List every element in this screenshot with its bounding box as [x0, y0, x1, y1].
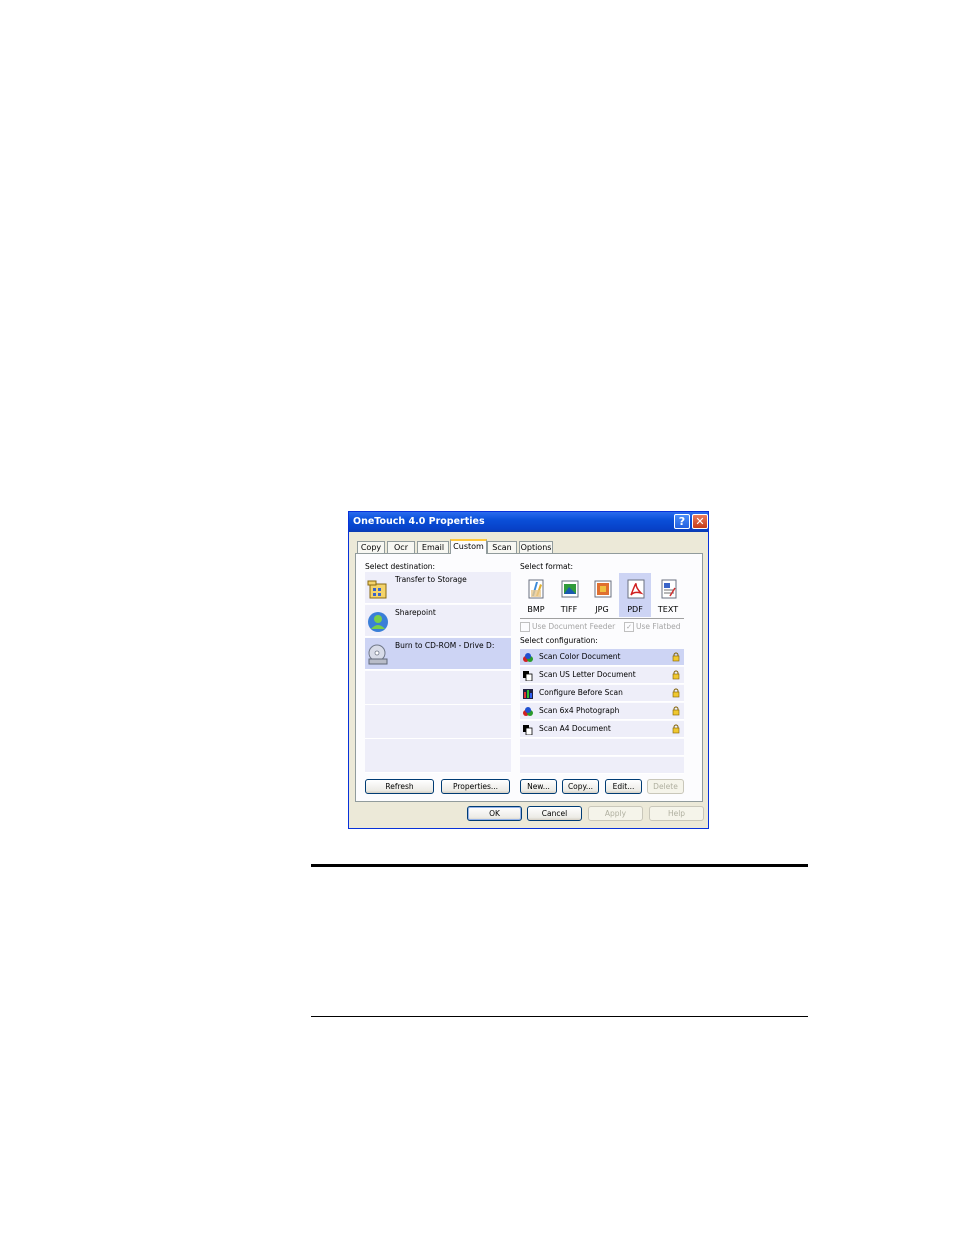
destination-label: Sharepoint [395, 608, 436, 617]
properties-dialog: OneTouch 4.0 Properties ? ✕ Copy Ocr Ema… [348, 511, 709, 829]
select-destination-label: Select destination: [365, 562, 436, 571]
configuration-label: Scan US Letter Document [539, 670, 636, 679]
new-button[interactable]: New... [520, 779, 557, 794]
tiff-icon [561, 580, 579, 598]
copy-button[interactable]: Copy... [562, 779, 599, 794]
configuration-item[interactable]: Scan US Letter Document [520, 667, 684, 684]
delete-button[interactable]: Delete [647, 779, 684, 794]
format-label: PDF [627, 605, 643, 614]
format-divider [520, 618, 684, 619]
tab-custom[interactable]: Custom [450, 539, 487, 554]
title-bar[interactable]: OneTouch 4.0 Properties ? ✕ [349, 512, 708, 532]
color-document-icon [523, 707, 533, 716]
configuration-label: Scan 6x4 Photograph [539, 706, 620, 715]
format-label: BMP [527, 605, 545, 614]
configuration-item[interactable]: Configure Before Scan [520, 685, 684, 702]
lock-icon [672, 652, 680, 662]
format-text[interactable]: TEXT [652, 573, 684, 617]
color-document-icon [523, 653, 533, 662]
destination-label: Burn to CD-ROM - Drive D: [395, 641, 495, 650]
destination-label: Transfer to Storage [395, 575, 467, 584]
lock-icon [672, 670, 680, 680]
jpg-icon [594, 580, 612, 598]
bmp-icon [528, 579, 544, 599]
destination-item[interactable] [365, 671, 511, 705]
configuration-item[interactable]: Scan 6x4 Photograph [520, 703, 684, 720]
configuration-item[interactable]: Scan A4 Document [520, 721, 684, 738]
tab-scan[interactable]: Scan [487, 541, 517, 553]
configuration-label: Scan A4 Document [539, 724, 611, 733]
edit-button[interactable]: Edit... [605, 779, 642, 794]
storage-icon [367, 580, 387, 599]
format-pdf[interactable]: PDF [619, 573, 651, 617]
refresh-button[interactable]: Refresh [365, 779, 434, 794]
configuration-item[interactable]: Scan Color Document [520, 649, 684, 666]
help-icon[interactable]: ? [674, 514, 690, 529]
sharepoint-icon [368, 612, 388, 632]
cancel-button[interactable]: Cancel [527, 806, 582, 821]
destination-item[interactable] [365, 739, 511, 773]
close-icon[interactable]: ✕ [692, 514, 708, 529]
configure-icon [523, 689, 533, 699]
select-configuration-label: Select configuration: [520, 636, 598, 645]
use-flatbed-label: Use Flatbed [636, 622, 681, 631]
format-jpg[interactable]: JPG [586, 573, 618, 617]
format-label: TEXT [657, 605, 679, 614]
configuration-label: Configure Before Scan [539, 688, 623, 697]
text-icon [661, 579, 677, 599]
dialog-title: OneTouch 4.0 Properties [353, 516, 485, 527]
configuration-label: Scan Color Document [539, 652, 621, 661]
use-document-feeder-label: Use Document Feeder [532, 622, 616, 631]
configuration-item[interactable] [520, 757, 684, 774]
help-button[interactable]: Help [649, 806, 704, 821]
destination-item[interactable]: Burn to CD-ROM - Drive D: [365, 638, 511, 670]
ok-button[interactable]: OK [467, 806, 522, 821]
destination-item[interactable]: Sharepoint [365, 605, 511, 637]
lock-icon [672, 724, 680, 734]
tab-copy[interactable]: Copy [357, 541, 385, 553]
use-flatbed-checkbox[interactable]: ✓ Use Flatbed [624, 622, 680, 632]
bw-document-icon [523, 725, 533, 735]
format-label: TIFF [560, 605, 578, 614]
format-bmp[interactable]: BMP [520, 573, 552, 617]
format-tiff[interactable]: TIFF [553, 573, 585, 617]
configuration-item[interactable] [520, 739, 684, 756]
properties-button[interactable]: Properties... [441, 779, 510, 794]
tab-email[interactable]: Email [417, 541, 449, 553]
note-top-rule [311, 864, 808, 867]
lock-icon [672, 706, 680, 716]
format-label: JPG [595, 605, 609, 614]
select-format-label: Select format: [520, 562, 574, 571]
note-bottom-rule [311, 1016, 808, 1017]
apply-button[interactable]: Apply [588, 806, 643, 821]
bw-document-icon [523, 671, 533, 681]
lock-icon [672, 688, 680, 698]
cd-rom-icon [368, 644, 388, 665]
tab-options[interactable]: Options [519, 541, 553, 553]
destination-item[interactable]: Transfer to Storage [365, 572, 511, 604]
destination-item[interactable] [365, 705, 511, 739]
pdf-icon [627, 579, 645, 599]
tab-ocr[interactable]: Ocr [387, 541, 415, 553]
use-document-feeder-checkbox[interactable]: Use Document Feeder [520, 622, 615, 632]
